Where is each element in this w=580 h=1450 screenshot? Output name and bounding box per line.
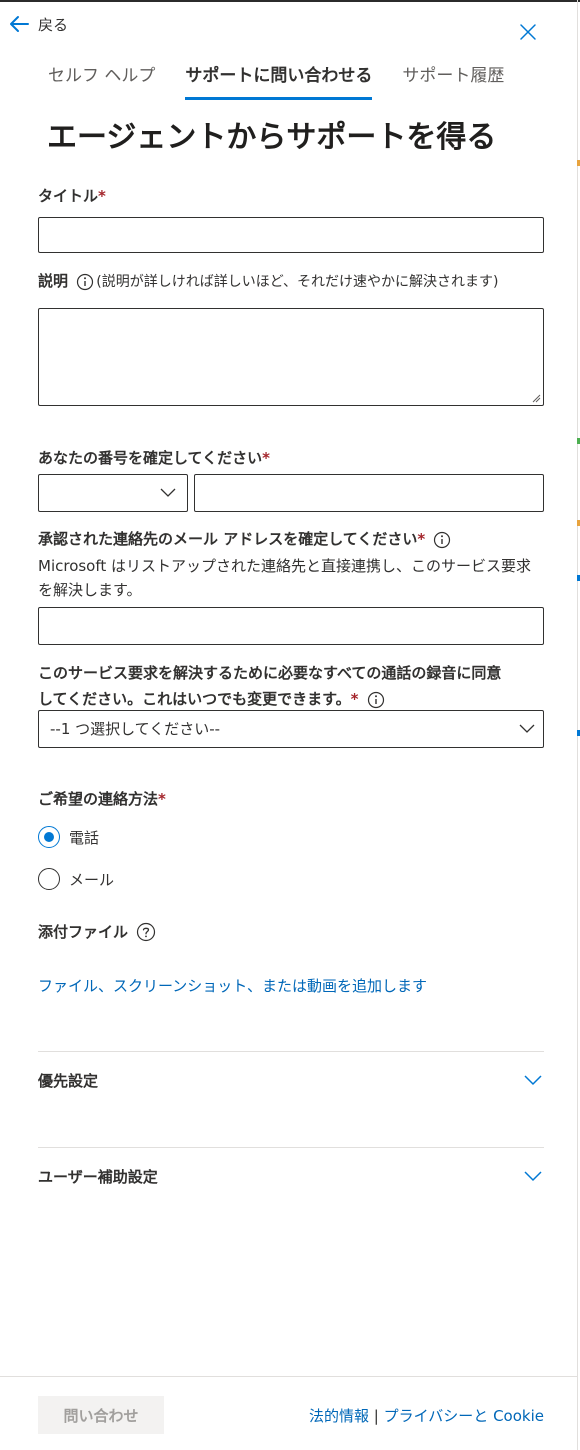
consent-label-line1: このサービス要求を解決するために必要なすべての通話の録音に同意 — [38, 664, 502, 682]
recording-consent-select[interactable]: --1 つ選択してください-- — [38, 710, 544, 748]
close-icon[interactable] — [518, 22, 538, 42]
tab-self-help[interactable]: セルフ ヘルプ — [48, 62, 155, 100]
privacy-cookie-link[interactable]: プライバシーと Cookie — [384, 1407, 544, 1425]
divider — [38, 1051, 544, 1052]
title-label-text: タイトル — [38, 187, 99, 205]
contact-option-email[interactable]: メール — [38, 868, 114, 890]
panel-right-edge — [577, 0, 578, 1450]
priority-settings-section[interactable]: 優先設定 — [38, 1068, 544, 1092]
title-field-label: タイトル* — [38, 185, 106, 206]
contact-option-email-label: メール — [69, 870, 115, 889]
required-mark: * — [350, 690, 359, 708]
divider — [38, 1147, 544, 1148]
email-label-text: 承認された連絡先のメール アドレスを確定してください — [38, 530, 418, 548]
info-icon[interactable] — [433, 531, 451, 549]
title-input[interactable] — [38, 217, 544, 253]
description-note: (説明が詳しければ詳しいほど、それだけ速やかに解決されます) — [96, 274, 499, 290]
add-attachment-link[interactable]: ファイル、スクリーンショット、または動画を追加します — [38, 975, 427, 996]
contact-method-label: ご希望の連絡方法* — [38, 788, 166, 809]
required-mark: * — [98, 187, 106, 205]
description-field-label: 説明 (説明が詳しければ詳しいほど、それだけ速やかに解決されます) — [38, 270, 498, 291]
required-mark: * — [262, 449, 270, 467]
tab-contact-support[interactable]: サポートに問い合わせる — [185, 62, 373, 100]
attachment-label: 添付ファイル — [38, 921, 156, 942]
accessibility-settings-section[interactable]: ユーザー補助設定 — [38, 1164, 544, 1188]
back-label: 戻る — [38, 15, 69, 34]
email-field-label: 承認された連絡先のメール アドレスを確定してください* — [38, 528, 453, 549]
resize-handle-icon[interactable] — [531, 393, 541, 403]
help-question-icon[interactable] — [136, 922, 156, 942]
info-icon[interactable] — [76, 273, 94, 291]
tab-support-history[interactable]: サポート履歴 — [402, 62, 504, 100]
chevron-down-icon — [524, 1075, 542, 1086]
consent-label-line2: してください。これはいつでも変更できます。 — [38, 690, 351, 708]
chevron-down-icon — [524, 1171, 542, 1182]
email-input[interactable] — [38, 607, 544, 645]
description-label-text: 説明 — [38, 272, 69, 290]
attachment-label-text: 添付ファイル — [38, 923, 129, 941]
email-help-text: Microsoft はリストアップされた連絡先と直接連携し、このサービス要求を解… — [38, 557, 532, 599]
chevron-down-icon — [519, 724, 535, 733]
radio-unselected-icon[interactable] — [38, 868, 60, 890]
radio-selected-icon[interactable] — [38, 826, 60, 848]
required-mark: * — [158, 790, 166, 808]
legal-info-link[interactable]: 法的情報 — [309, 1407, 369, 1425]
priority-settings-label: 優先設定 — [38, 1072, 99, 1090]
phone-label-text: あなたの番号を確定してください — [38, 449, 263, 467]
arrow-left-icon — [10, 16, 29, 32]
required-mark: * — [417, 530, 426, 548]
contact-method-label-text: ご希望の連絡方法 — [38, 790, 159, 808]
back-button[interactable]: 戻る — [8, 12, 68, 36]
window-top-border — [0, 0, 580, 2]
footer-links: 法的情報 | プライバシーと Cookie — [309, 1405, 544, 1426]
consent-field-label: このサービス要求を解決するために必要なすべての通話の録音に同意 してください。こ… — [38, 660, 501, 712]
description-textarea[interactable] — [38, 308, 544, 406]
contact-option-phone[interactable]: 電話 — [38, 826, 99, 848]
consent-select-value: --1 つ選択してください-- — [50, 720, 221, 738]
footer-separator: | — [373, 1407, 379, 1425]
submit-button[interactable]: 問い合わせ — [38, 1396, 164, 1434]
footer-divider — [0, 1376, 577, 1377]
tab-bar: セルフ ヘルプ サポートに問い合わせる サポート履歴 — [48, 62, 534, 102]
accessibility-settings-label: ユーザー補助設定 — [38, 1168, 158, 1186]
info-icon[interactable] — [367, 691, 385, 709]
chevron-down-icon — [160, 488, 176, 497]
page-title: エージェントからサポートを得る — [47, 120, 497, 155]
consent-label-line2-wrap: してください。これはいつでも変更できます。* — [38, 686, 501, 712]
phone-field-label: あなたの番号を確定してください* — [38, 447, 270, 468]
contact-option-phone-label: 電話 — [69, 828, 100, 847]
phone-number-input[interactable] — [194, 474, 544, 512]
country-code-select[interactable] — [38, 474, 188, 512]
